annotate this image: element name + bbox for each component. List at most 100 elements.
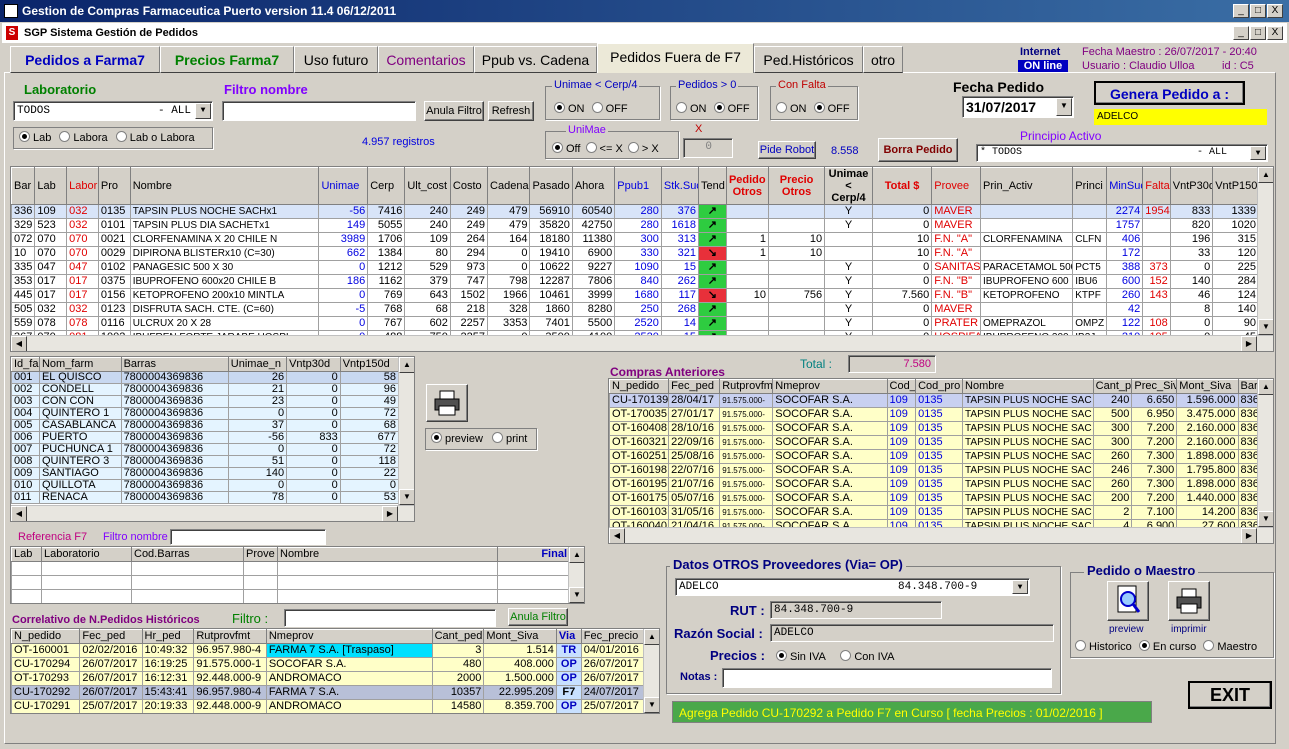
main-header[interactable]: Provee [931,167,982,205]
compras-header[interactable]: Prec_Siv [1131,379,1178,394]
main-header[interactable]: Ult_cost [404,167,451,205]
main-header[interactable]: VntP30d [1169,167,1214,205]
scroll-right-icon[interactable]: ▶ [1241,528,1257,543]
main-header[interactable]: MinSuc [1106,167,1144,205]
table-row[interactable]: OT-170035 27/01/17 91.575.000- SOCOFAR S.A.… [609,407,1260,422]
local-header[interactable]: Nom_farm [38,357,122,372]
x-spinner[interactable]: 0 [683,138,733,158]
main-header[interactable]: Ahora [571,167,616,205]
ref-header[interactable]: Nombre [277,547,498,562]
close-button[interactable]: X [1267,4,1283,18]
table-row[interactable]: CU-170139 28/04/17 91.575.000- SOCOFAR S.A.… [609,393,1260,408]
main-header[interactable]: Stk.Suc [660,167,700,205]
compras-header[interactable]: Bar [1237,379,1260,394]
correlativo-header[interactable]: Via [555,629,582,644]
compras-vscroll[interactable]: ▲ ▼ [1257,379,1273,527]
local-hscroll[interactable]: ◀ ▶ [11,505,414,521]
table-row[interactable]: 009 SANTIAGO 7800004369836 140 0 22 [11,467,400,480]
table-row[interactable]: 445 017 017 0156 KETOPROFENO 200x10 MINTLA 0 7… [11,288,1259,303]
main-header[interactable]: Pasado [529,167,573,205]
radio-print[interactable] [491,432,503,443]
compras-header[interactable]: Cant_pe [1092,379,1133,394]
scroll-down-icon[interactable]: ▼ [644,697,659,713]
table-row[interactable]: 006 PUERTO 7800004369836 -56 833 677 [11,431,400,444]
table-row[interactable]: 007 PUCHUNCA 1 7800004369836 0 0 72 [11,443,400,456]
table-row[interactable]: 010 QUILLOTA 7800004369836 0 0 0 [11,479,400,492]
scroll-up-icon[interactable]: ▲ [1258,167,1273,183]
main-header[interactable]: Total $ [871,167,933,205]
local-vscroll[interactable]: ▲ ▼ [398,357,414,505]
main-grid[interactable]: Bar Lab Labor Pro Nombre Unimae Cerp Ult_cost Co… [10,166,1274,352]
main-header[interactable]: Labor [66,167,99,205]
scroll-up-icon[interactable]: ▲ [1258,379,1273,395]
compras-header[interactable]: Nombre [962,379,1094,394]
ref-header[interactable]: Laboratorio [41,547,132,562]
table-row[interactable]: OT-160321 22/09/16 91.575.000- SOCOFAR S.A.… [609,435,1260,450]
main-header[interactable]: Nombre [129,167,320,205]
scroll-left-icon[interactable]: ◀ [11,336,27,351]
table-row[interactable]: 072 070 070 0021 CLORFENAMINA X 20 CHILE N 39… [11,232,1259,247]
principio-activo-select[interactable]: * TODOS - ALL ▼ [976,144,1268,162]
scroll-down-icon[interactable]: ▼ [1258,319,1273,335]
scroll-left-icon[interactable]: ◀ [609,528,625,543]
child-maximize-button[interactable]: □ [1250,26,1266,40]
main-header[interactable]: VntP150d [1212,167,1259,205]
main-header[interactable]: Falta [1142,167,1171,205]
table-row[interactable]: 003 CON CON 7800004369836 23 0 49 [11,395,400,408]
exit-button[interactable]: EXIT [1188,681,1272,709]
radio-preview[interactable] [431,432,442,443]
printer-button[interactable] [426,384,468,422]
radio-con-iva[interactable] [840,650,852,661]
table-row[interactable]: OT-160001 02/02/2016 10:49:32 96.957.980-4 F… [11,643,645,658]
proveedor-select[interactable]: ADELCO 84.348.700-9 ▼ [675,578,1030,596]
ref-header[interactable]: Prove [243,547,278,562]
radio-maestro[interactable] [1203,640,1215,651]
genera-pedido-button[interactable]: Genera Pedido a : [1094,81,1245,105]
local-header[interactable]: Barras [120,357,229,372]
corr-vscroll[interactable]: ▲ ▼ [643,629,659,713]
compras-hscroll[interactable]: ◀ ▶ [609,527,1273,543]
main-hscroll[interactable]: ◀ ▶ [11,335,1273,351]
main-header[interactable]: Cadena [487,167,531,205]
tab-5[interactable]: Pedidos Fuera de F7 [597,43,754,73]
local-header[interactable]: Id_fa [11,357,40,372]
table-row[interactable]: 004 QUINTERO 1 7800004369836 0 0 72 [11,407,400,420]
table-row[interactable] [11,589,570,603]
table-row[interactable]: 002 CONDELL 7800004369836 21 0 96 [11,383,400,396]
referencia-grid[interactable]: Lab Laboratorio Cod.Barras Prove Nombre Final… [10,546,585,604]
borra-pedido-button[interactable]: Borra Pedido [878,138,958,162]
scroll-up-icon[interactable]: ▲ [569,547,584,563]
compras-header[interactable]: Cod_pro [915,379,964,394]
confalta-off[interactable] [813,102,825,113]
scroll-down-icon[interactable]: ▼ [569,587,584,603]
table-row[interactable]: 329 523 032 0101 TAPSIN PLUS DIA SACHETx1 149… [11,218,1259,233]
scroll-right-icon[interactable]: ▶ [1241,336,1257,351]
correlativo-anula-button[interactable]: Anula Filtro [508,608,568,626]
ref-header[interactable]: Final [497,547,570,562]
table-row[interactable]: 10 070 070 0029 DIPIRONA BLISTERx10 (C=30) 66… [11,246,1259,261]
table-row[interactable]: CU-170291 25/07/2017 20:19:33 92.448.000-9 A… [11,699,645,713]
main-header[interactable]: Tend [698,167,727,205]
main-header[interactable]: Unimae [318,167,369,205]
compras-header[interactable]: N_pedido [609,379,670,394]
tab-4[interactable]: Ppub vs. Cadena [474,46,597,73]
scroll-right-icon[interactable]: ▶ [382,506,398,521]
compras-header[interactable]: Mont_Siva [1176,379,1239,394]
child-minimize-button[interactable]: _ [1233,26,1249,40]
table-row[interactable]: CU-170292 26/07/2017 15:43:41 96.957.980-4 F… [11,685,645,700]
fecha-pedido-picker[interactable]: 31/07/2017 ▼ [962,96,1074,118]
table-row[interactable]: OT-160103 31/05/16 91.575.000- SOCOFAR S.A.… [609,505,1260,520]
scroll-down-icon[interactable]: ▼ [399,489,414,505]
compras-grid[interactable]: N_pedido Fec_ped Rutprovfmt Nmeprov Cod_ Cod_… [608,378,1274,544]
unimae-le[interactable] [585,142,597,153]
imprimir-button[interactable] [1168,581,1210,621]
tab-7[interactable]: otro [863,46,903,73]
ref-filtro-input[interactable] [170,529,326,545]
notas-input[interactable] [722,668,1052,688]
confalta-on[interactable] [776,102,787,113]
unimae-cerp-off[interactable] [591,102,603,113]
main-header[interactable]: Bar [11,167,36,205]
main-header[interactable]: Prin_Activ [980,167,1074,205]
local-header[interactable]: Vntp150d [339,357,400,372]
main-header[interactable]: Pro [97,167,131,205]
